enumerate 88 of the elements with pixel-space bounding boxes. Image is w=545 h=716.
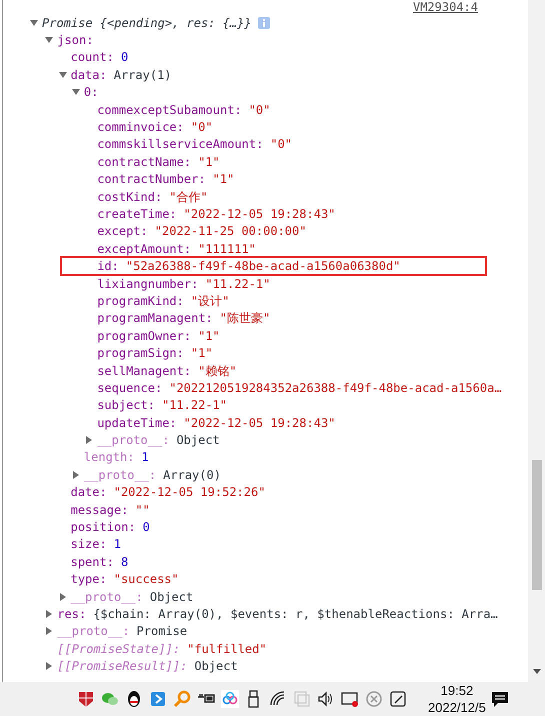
property-value: Array(0) bbox=[163, 466, 221, 484]
expanded-triangle-icon[interactable] bbox=[72, 88, 80, 96]
property-value: Object bbox=[176, 432, 220, 450]
collapsed-triangle-icon[interactable] bbox=[85, 436, 94, 444]
clock-date[interactable]: 2022/12/5 bbox=[428, 699, 486, 716]
property-key: message: bbox=[70, 500, 128, 519]
property-key: comminvoice: bbox=[97, 118, 184, 136]
property-key: contractNumber: bbox=[97, 170, 206, 188]
property-key: commexceptSubamount: bbox=[97, 100, 242, 119]
property-value: "2022-12-05 19:28:43" bbox=[184, 414, 336, 432]
property-value: "2022-12-05 19:28:43" bbox=[184, 206, 336, 223]
property-key: type: bbox=[70, 570, 107, 588]
property-value: "2022-11-25 00:00:00" bbox=[154, 223, 306, 240]
property-value: "陈世豪" bbox=[220, 310, 270, 328]
property-key: date: bbox=[70, 483, 107, 502]
property-value: "合作" bbox=[169, 188, 208, 206]
property-value: "0" bbox=[190, 119, 213, 136]
property-value: "success" bbox=[114, 571, 179, 588]
promise-summary: Promise {<pending>, res: {…}} bbox=[42, 14, 252, 32]
property-value: 0 bbox=[142, 519, 150, 536]
property-key: spent: bbox=[70, 552, 114, 571]
collapsed-triangle-icon[interactable] bbox=[45, 662, 54, 670]
property-key: contractName: bbox=[97, 152, 192, 171]
property-key: programManagent: bbox=[97, 309, 213, 328]
property-key: lixiangnumber: bbox=[97, 274, 198, 293]
clock-time[interactable]: 19:52 bbox=[440, 682, 474, 699]
property-value: Object bbox=[150, 588, 194, 606]
expanded-triangle-icon[interactable] bbox=[45, 36, 54, 44]
pen-square-icon[interactable] bbox=[388, 689, 408, 709]
collapsed-triangle-icon[interactable] bbox=[58, 592, 67, 601]
property-key: position: bbox=[70, 518, 136, 536]
property-value: "0" bbox=[248, 102, 270, 119]
property-key: subject: bbox=[97, 396, 155, 414]
property-value: 8 bbox=[120, 554, 128, 571]
property-key: sequence: bbox=[97, 378, 162, 397]
property-value: Object bbox=[194, 658, 238, 676]
property-key: except: bbox=[97, 222, 148, 240]
property-key: count: bbox=[70, 48, 114, 66]
property-key[interactable]: res: bbox=[57, 604, 86, 623]
property-key: [[PromiseState]]: bbox=[57, 640, 180, 658]
property-key: programOwner: bbox=[97, 326, 192, 345]
property-key: sellManagent: bbox=[97, 362, 192, 380]
property-value: "" bbox=[135, 502, 150, 519]
shield-icon[interactable] bbox=[76, 689, 96, 709]
property-value: "设计" bbox=[190, 292, 230, 310]
cloud-icon[interactable] bbox=[220, 689, 240, 709]
property-value: "111111" bbox=[198, 240, 256, 258]
property-key: programSign: bbox=[97, 344, 184, 362]
property-value: 1 bbox=[114, 536, 121, 554]
scrollbar-thumb[interactable] bbox=[532, 460, 542, 590]
property-value: {$chain: Array(0), $events: r, $thenableReactions: Arra… bbox=[93, 606, 498, 623]
scroll-down-icon[interactable] bbox=[532, 669, 540, 674]
expanded-triangle-icon[interactable] bbox=[30, 18, 38, 27]
property-value: "2022-12-05 19:52:26" bbox=[114, 484, 266, 502]
property-key: length: bbox=[84, 448, 134, 466]
property-key: programKind: bbox=[97, 292, 184, 310]
property-value: "2022120519284352a26388-f49f-48be-acad-a1560a… bbox=[169, 380, 502, 397]
property-value: "1" bbox=[198, 328, 220, 345]
expanded-triangle-icon[interactable] bbox=[58, 70, 67, 79]
property-value: "52a26388-f49f-48be-acad-a1560a06380d" bbox=[126, 258, 400, 276]
property-key[interactable]: json: bbox=[57, 31, 94, 50]
property-key: size: bbox=[70, 535, 107, 554]
property-key: id: bbox=[97, 257, 119, 276]
property-key: commskillserviceAmount: bbox=[97, 135, 264, 154]
property-value: "0" bbox=[270, 136, 292, 154]
collapsed-triangle-icon[interactable] bbox=[45, 610, 54, 618]
property-value: 1 bbox=[141, 449, 149, 466]
property-value: "1" bbox=[212, 171, 234, 188]
property-value: "11.22-1" bbox=[205, 276, 270, 293]
property-key: updateTime: bbox=[97, 414, 177, 432]
property-value: Promise bbox=[136, 623, 188, 640]
property-value: "赖铭" bbox=[198, 362, 237, 380]
collapsed-triangle-icon[interactable] bbox=[72, 470, 80, 479]
scrollbar[interactable] bbox=[528, 0, 545, 682]
property-key[interactable]: data: bbox=[70, 66, 107, 84]
property-value: "1" bbox=[198, 154, 220, 171]
source-link[interactable]: VM29304:4 bbox=[412, 0, 478, 14]
property-value: Array(1) bbox=[114, 66, 172, 84]
property-value: "fulfilled" bbox=[187, 640, 267, 658]
collapsed-triangle-icon[interactable] bbox=[45, 627, 54, 636]
property-key: costKind: bbox=[97, 188, 162, 206]
property-value: 0 bbox=[120, 49, 128, 66]
property-key[interactable]: 0: bbox=[84, 83, 98, 102]
property-key: createTime: bbox=[97, 205, 177, 223]
property-value: "1" bbox=[190, 345, 213, 362]
notification-icon[interactable] bbox=[490, 689, 510, 709]
property-value: "11.22-1" bbox=[162, 397, 228, 414]
property-key: exceptAmount: bbox=[97, 240, 192, 258]
